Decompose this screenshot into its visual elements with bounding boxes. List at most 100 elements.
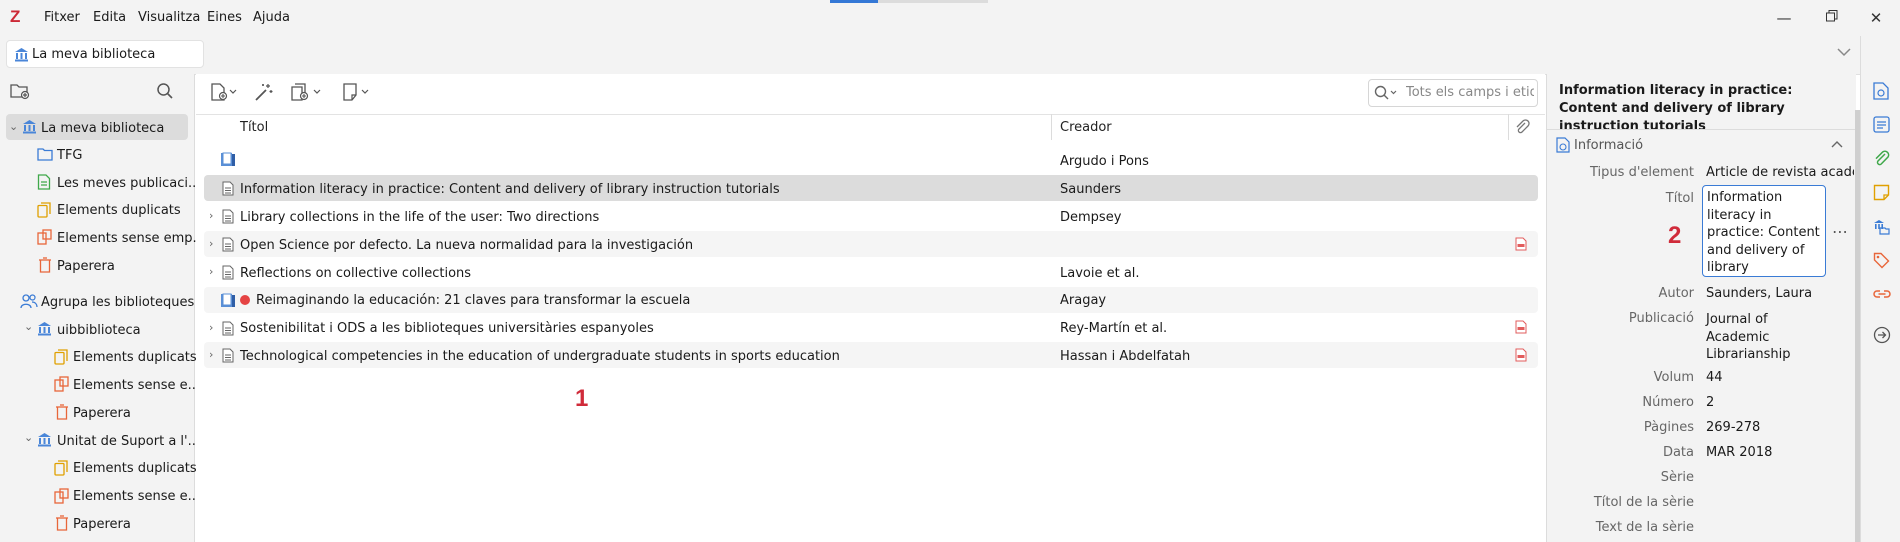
collection-unfiled[interactable]: Elements sense emp... xyxy=(57,231,205,246)
field-value-author[interactable]: Saunders, Laura xyxy=(1706,286,1812,301)
column-header-creator[interactable]: Creador xyxy=(1060,120,1112,135)
collapse-icon[interactable]: ⌄ xyxy=(24,431,33,444)
item-title: Open Science por defecto. La nueva norma… xyxy=(240,238,694,253)
more-options-icon[interactable]: ⋯ xyxy=(1832,222,1848,241)
item-title: Reimaginando la educación: 21 claves par… xyxy=(256,293,691,308)
item-pane-header-title: Information literacy in practice: Conten… xyxy=(1559,83,1793,134)
publications-icon xyxy=(37,174,51,194)
chevron-down-icon[interactable] xyxy=(1836,46,1852,62)
search-icon[interactable] xyxy=(1374,85,1400,105)
menu-eines[interactable]: Eines xyxy=(207,10,242,25)
item-creator: Hassan i Abdelfatah xyxy=(1060,349,1191,364)
collapse-icon[interactable]: ⌄ xyxy=(24,320,33,333)
field-label-issue: Número xyxy=(1642,395,1694,410)
article-icon xyxy=(222,321,234,340)
field-value-date[interactable]: MAR 2018 xyxy=(1706,445,1772,460)
pdf-icon[interactable] xyxy=(1515,237,1527,255)
attachment-column-icon[interactable] xyxy=(1514,119,1530,139)
field-label-author: Autor xyxy=(1658,286,1694,301)
notes-nav-icon[interactable] xyxy=(1873,184,1890,205)
group-libraries-header: Agrupa les biblioteques xyxy=(41,295,195,310)
expand-icon[interactable]: › xyxy=(209,237,213,250)
unfiled-icon xyxy=(37,229,53,249)
abstract-nav-icon[interactable] xyxy=(1873,116,1890,137)
library-icon xyxy=(22,119,37,138)
item-title: Technological competencies in the educat… xyxy=(240,349,840,364)
zotero-logo-icon[interactable]: Z xyxy=(10,8,26,26)
magic-wand-icon[interactable] xyxy=(254,82,274,106)
duplicates-icon xyxy=(54,349,69,369)
related-nav-icon[interactable] xyxy=(1873,286,1891,306)
item-row[interactable] xyxy=(204,146,1538,172)
info-section-title[interactable]: Informació xyxy=(1574,138,1643,153)
library-uibbiblioteca[interactable]: uibbiblioteca xyxy=(57,323,141,338)
new-item-icon[interactable] xyxy=(210,83,240,105)
field-label-series-text: Text de la sèrie xyxy=(1595,520,1694,535)
field-label-series-title: Títol de la sèrie xyxy=(1593,495,1694,510)
duplicates-icon xyxy=(37,202,52,222)
library-icon xyxy=(37,432,52,451)
collection-unfiled[interactable]: Elements sense e... xyxy=(73,489,200,504)
close-icon[interactable]: ✕ xyxy=(1866,8,1886,28)
field-label-item-type: Tipus d'element xyxy=(1590,165,1694,180)
item-title: Reflections on collective collections xyxy=(240,266,472,281)
trash-icon xyxy=(55,404,69,424)
search-collections-icon[interactable] xyxy=(156,82,174,104)
restore-icon[interactable] xyxy=(1822,8,1842,28)
info-nav-icon[interactable] xyxy=(1873,82,1889,104)
column-header-title[interactable]: Títol xyxy=(240,120,268,135)
unread-dot-icon xyxy=(240,295,250,305)
tab-bar xyxy=(0,36,1860,75)
annotation-marker-2: 2 xyxy=(1668,222,1682,249)
column-separator[interactable] xyxy=(1051,114,1052,140)
add-attachment-icon[interactable] xyxy=(290,83,324,105)
folder-icon xyxy=(37,147,53,165)
menu-visualitza[interactable]: Visualitza xyxy=(138,10,200,25)
item-creator: Dempsey xyxy=(1060,210,1122,225)
column-separator[interactable] xyxy=(1508,114,1509,140)
menu-ajuda[interactable]: Ajuda xyxy=(253,10,290,25)
libraries-collections-nav-icon[interactable] xyxy=(1873,218,1890,239)
expand-icon[interactable]: › xyxy=(209,209,213,222)
new-note-icon[interactable] xyxy=(342,83,372,105)
field-label-publication: Publicació xyxy=(1628,311,1694,326)
collection-label: La meva biblioteca xyxy=(41,121,165,136)
book-icon xyxy=(220,152,236,171)
title-edit-field[interactable]: Information literacy in practice: Conten… xyxy=(1702,185,1826,277)
tags-nav-icon[interactable] xyxy=(1873,252,1890,273)
collection-duplicates[interactable]: Elements duplicats xyxy=(73,461,197,476)
field-value-issue[interactable]: 2 xyxy=(1706,395,1714,410)
collection-tfg[interactable]: TFG xyxy=(57,148,83,163)
article-icon xyxy=(222,237,234,256)
chevron-up-icon[interactable] xyxy=(1830,138,1844,153)
field-value-pages[interactable]: 269-278 xyxy=(1706,420,1760,435)
titlebar-accent xyxy=(830,0,878,3)
field-label-date: Data xyxy=(1662,445,1694,460)
minimize-icon[interactable]: — xyxy=(1774,8,1794,28)
menu-edita[interactable]: Edita xyxy=(93,10,126,25)
collection-duplicates[interactable]: Elements duplicats xyxy=(73,350,197,365)
expand-icon[interactable]: › xyxy=(209,265,213,278)
field-value-item-type[interactable]: Article de revista acadèmi xyxy=(1706,165,1854,180)
expand-icon[interactable]: › xyxy=(209,321,213,334)
locate-nav-icon[interactable] xyxy=(1873,326,1891,348)
collection-trash[interactable]: Paperera xyxy=(57,259,115,274)
attachments-nav-icon[interactable] xyxy=(1873,150,1890,171)
field-label-pages: Pàgines xyxy=(1643,420,1694,435)
collection-trash[interactable]: Paperera xyxy=(73,406,131,421)
field-value-publication[interactable]: Journal of Academic Librarianship xyxy=(1706,311,1816,364)
new-collection-icon[interactable] xyxy=(10,82,30,104)
tab-library-label: La meva biblioteca xyxy=(32,47,156,62)
menu-fitxer[interactable]: Fitxer xyxy=(44,10,80,25)
field-value-volume[interactable]: 44 xyxy=(1706,370,1723,385)
collection-unfiled[interactable]: Elements sense e... xyxy=(73,378,200,393)
pdf-icon[interactable] xyxy=(1515,348,1527,366)
collection-trash[interactable]: Paperera xyxy=(73,517,131,532)
collection-duplicates[interactable]: Elements duplicats xyxy=(57,203,181,218)
expand-icon[interactable]: › xyxy=(209,348,213,361)
library-unitat-suport[interactable]: Unitat de Suport a l'... xyxy=(57,434,200,449)
collapse-icon[interactable]: ⌄ xyxy=(9,120,18,133)
article-icon xyxy=(222,181,234,200)
pdf-icon[interactable] xyxy=(1515,320,1527,338)
collection-my-publications[interactable]: Les meves publicaci... xyxy=(57,176,200,191)
